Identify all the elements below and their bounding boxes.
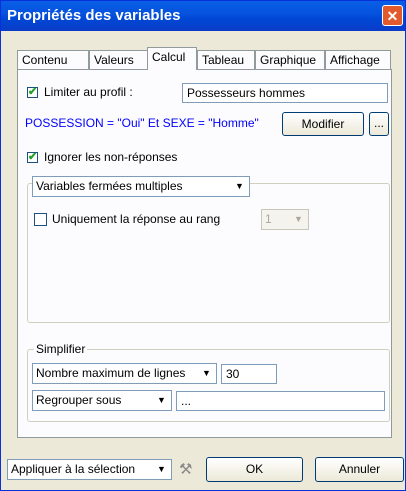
tab-valeurs[interactable]: Valeurs [89, 50, 149, 69]
profile-checkbox[interactable]: ✔ [27, 87, 38, 98]
group-under-field[interactable]: ... [176, 391, 385, 411]
rank-value: 1 [265, 212, 272, 226]
chevron-down-icon: ▼ [153, 392, 170, 409]
window-title: Propriétés des variables [7, 7, 181, 24]
group-under-dropdown[interactable]: Regrouper sous ▼ [32, 390, 172, 411]
tab-affichage[interactable]: Affichage [325, 50, 391, 69]
chevron-down-icon: ▼ [153, 461, 170, 478]
properties-dialog: Propriétés des variables ✕ Contenu Valeu… [0, 0, 406, 491]
close-icon: ✕ [386, 8, 399, 24]
cancel-button[interactable]: Annuler [315, 457, 404, 482]
title-bar: Propriétés des variables ✕ [1, 1, 405, 31]
rank-checkbox-label: Uniquement la réponse au rang [52, 212, 221, 226]
tab-contenu[interactable]: Contenu [17, 50, 89, 69]
variables-group [27, 183, 390, 323]
simplify-group [27, 349, 390, 422]
profile-more-button[interactable]: ... [369, 112, 389, 136]
rank-dropdown[interactable]: 1 ▼ [261, 209, 309, 230]
variable-type-dropdown[interactable]: Variables fermées multiples ▼ [32, 176, 250, 197]
ignore-nonresponse-checkbox[interactable]: ✔ [27, 152, 38, 163]
tools-icon[interactable]: ⚒ [179, 460, 192, 478]
simplify-caption: Simplifier [34, 342, 88, 356]
profile-checkbox-label: Limiter au profil : [44, 85, 133, 99]
ok-button[interactable]: OK [206, 457, 303, 482]
tab-calcul[interactable]: Calcul [147, 47, 197, 70]
apply-scope-dropdown[interactable]: Appliquer à la sélection ▼ [7, 459, 172, 480]
max-lines-dropdown[interactable]: Nombre maximum de lignes ▼ [32, 363, 217, 384]
chevron-down-icon: ▼ [231, 178, 248, 195]
calcul-panel: ✔ Limiter au profil : Possesseurs hommes… [17, 69, 392, 438]
tab-tableau[interactable]: Tableau [197, 50, 255, 69]
rank-checkbox[interactable] [34, 213, 47, 226]
max-lines-option: Nombre maximum de lignes [36, 366, 186, 380]
close-button[interactable]: ✕ [382, 5, 403, 26]
modify-button[interactable]: Modifier [282, 112, 364, 136]
chevron-down-icon: ▼ [290, 211, 307, 228]
ignore-nonresponse-label: Ignorer les non-réponses [44, 150, 178, 164]
group-under-option: Regrouper sous [36, 393, 122, 407]
profile-name-field[interactable]: Possesseurs hommes [182, 83, 388, 103]
chevron-down-icon: ▼ [198, 365, 215, 382]
max-lines-field[interactable]: 30 [221, 364, 277, 384]
apply-scope-option: Appliquer à la sélection [11, 462, 136, 476]
variable-type-value: Variables fermées multiples [36, 179, 183, 193]
tab-graphique[interactable]: Graphique [255, 50, 325, 69]
profile-condition: POSSESSION = "Oui" Et SEXE = "Homme" [25, 116, 259, 130]
